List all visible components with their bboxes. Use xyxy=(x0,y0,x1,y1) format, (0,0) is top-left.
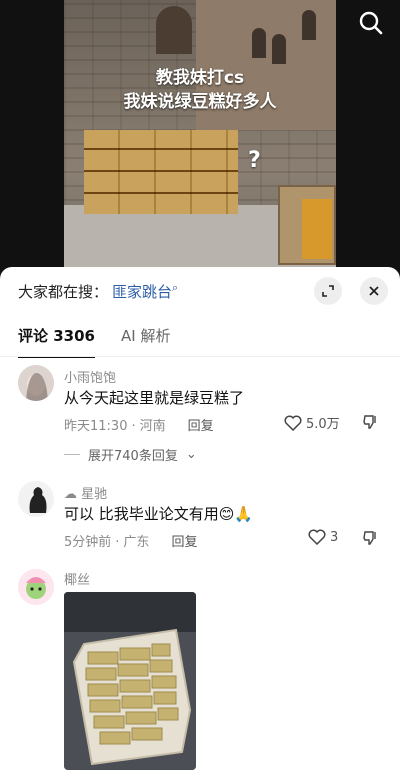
crate-stack xyxy=(84,130,238,214)
dislike-icon[interactable] xyxy=(362,530,378,550)
close-icon[interactable] xyxy=(360,277,388,305)
expand-replies[interactable]: 展开740条回复 ⌄ xyxy=(64,445,197,464)
building-window xyxy=(252,28,266,58)
like-button[interactable]: 3 xyxy=(308,529,338,545)
building-window xyxy=(302,10,316,40)
building-window xyxy=(272,34,286,64)
video-caption: 教我妹打cs 我妹说绿豆糕好多人 xyxy=(0,66,400,114)
comment-text: 从今天起这里就是绿豆糕了 xyxy=(64,389,245,407)
avatar[interactable] xyxy=(18,481,54,517)
avatar[interactable] xyxy=(18,569,54,605)
like-button[interactable]: 5.0万 xyxy=(284,413,340,432)
search-icon[interactable] xyxy=(354,6,388,40)
expand-line xyxy=(64,454,80,455)
comment-meta: 昨天11:30 · 河南 回复 xyxy=(64,419,214,434)
side-crate xyxy=(278,185,336,265)
reply-button[interactable]: 回复 xyxy=(171,535,197,550)
comment-tabs: 评论 3306 AI 解析 xyxy=(18,325,170,358)
question-mark: ? xyxy=(248,148,261,173)
comment-meta: 5分钟前 · 广东 回复 xyxy=(64,535,198,550)
comment-text: 可以 比我毕业论文有用😊🙏 xyxy=(64,505,254,523)
comment-sheet: 大家都在搜： 匪家跳台⌕ 评论 3306 AI 解析 小雨饱饱 从今天起这里就是绿… xyxy=(0,267,400,773)
arched-window xyxy=(156,6,192,54)
like-count: 3 xyxy=(330,529,339,545)
tab-ai-analysis[interactable]: AI 解析 xyxy=(121,325,170,346)
comment-author[interactable]: 小雨饱饱 xyxy=(64,367,116,386)
dislike-icon[interactable] xyxy=(362,414,378,434)
everyone-label: 大家都在搜： xyxy=(18,283,109,301)
comment-author[interactable]: 椰丝 xyxy=(64,569,90,588)
expand-replies-label: 展开740条回复 xyxy=(88,449,178,464)
comment-time: 昨天11:30 xyxy=(64,419,128,434)
caption-line-2: 我妹说绿豆糕好多人 xyxy=(123,92,277,112)
comment-author[interactable]: ☁ 星驰 xyxy=(64,483,107,502)
avatar[interactable] xyxy=(18,365,54,401)
caption-line-1: 教我妹打cs xyxy=(155,68,245,88)
chevron-down-icon: ⌄ xyxy=(185,447,197,462)
everyone-searching: 大家都在搜： 匪家跳台⌕ xyxy=(18,281,178,302)
cloud-icon: ☁ xyxy=(64,487,77,502)
tabs-divider xyxy=(0,356,400,357)
video-frame: ? xyxy=(64,0,336,285)
tab-comments[interactable]: 评论 3306 xyxy=(18,325,95,358)
video-player[interactable]: ? 教我妹打cs 我妹说绿豆糕好多人 xyxy=(0,0,400,285)
reply-button[interactable]: 回复 xyxy=(188,419,214,434)
heart-icon xyxy=(308,529,326,545)
expand-icon[interactable] xyxy=(314,277,342,305)
heart-icon xyxy=(284,415,302,431)
hot-search-link[interactable]: 匪家跳台 xyxy=(112,283,172,301)
comment-location: 河南 xyxy=(139,419,166,434)
comment-photo[interactable] xyxy=(64,592,196,770)
like-count: 5.0万 xyxy=(306,417,340,432)
search-small-icon: ⌕ xyxy=(172,281,179,294)
comment-location: 广东 xyxy=(123,535,150,550)
comment-time: 5分钟前 xyxy=(64,535,112,550)
